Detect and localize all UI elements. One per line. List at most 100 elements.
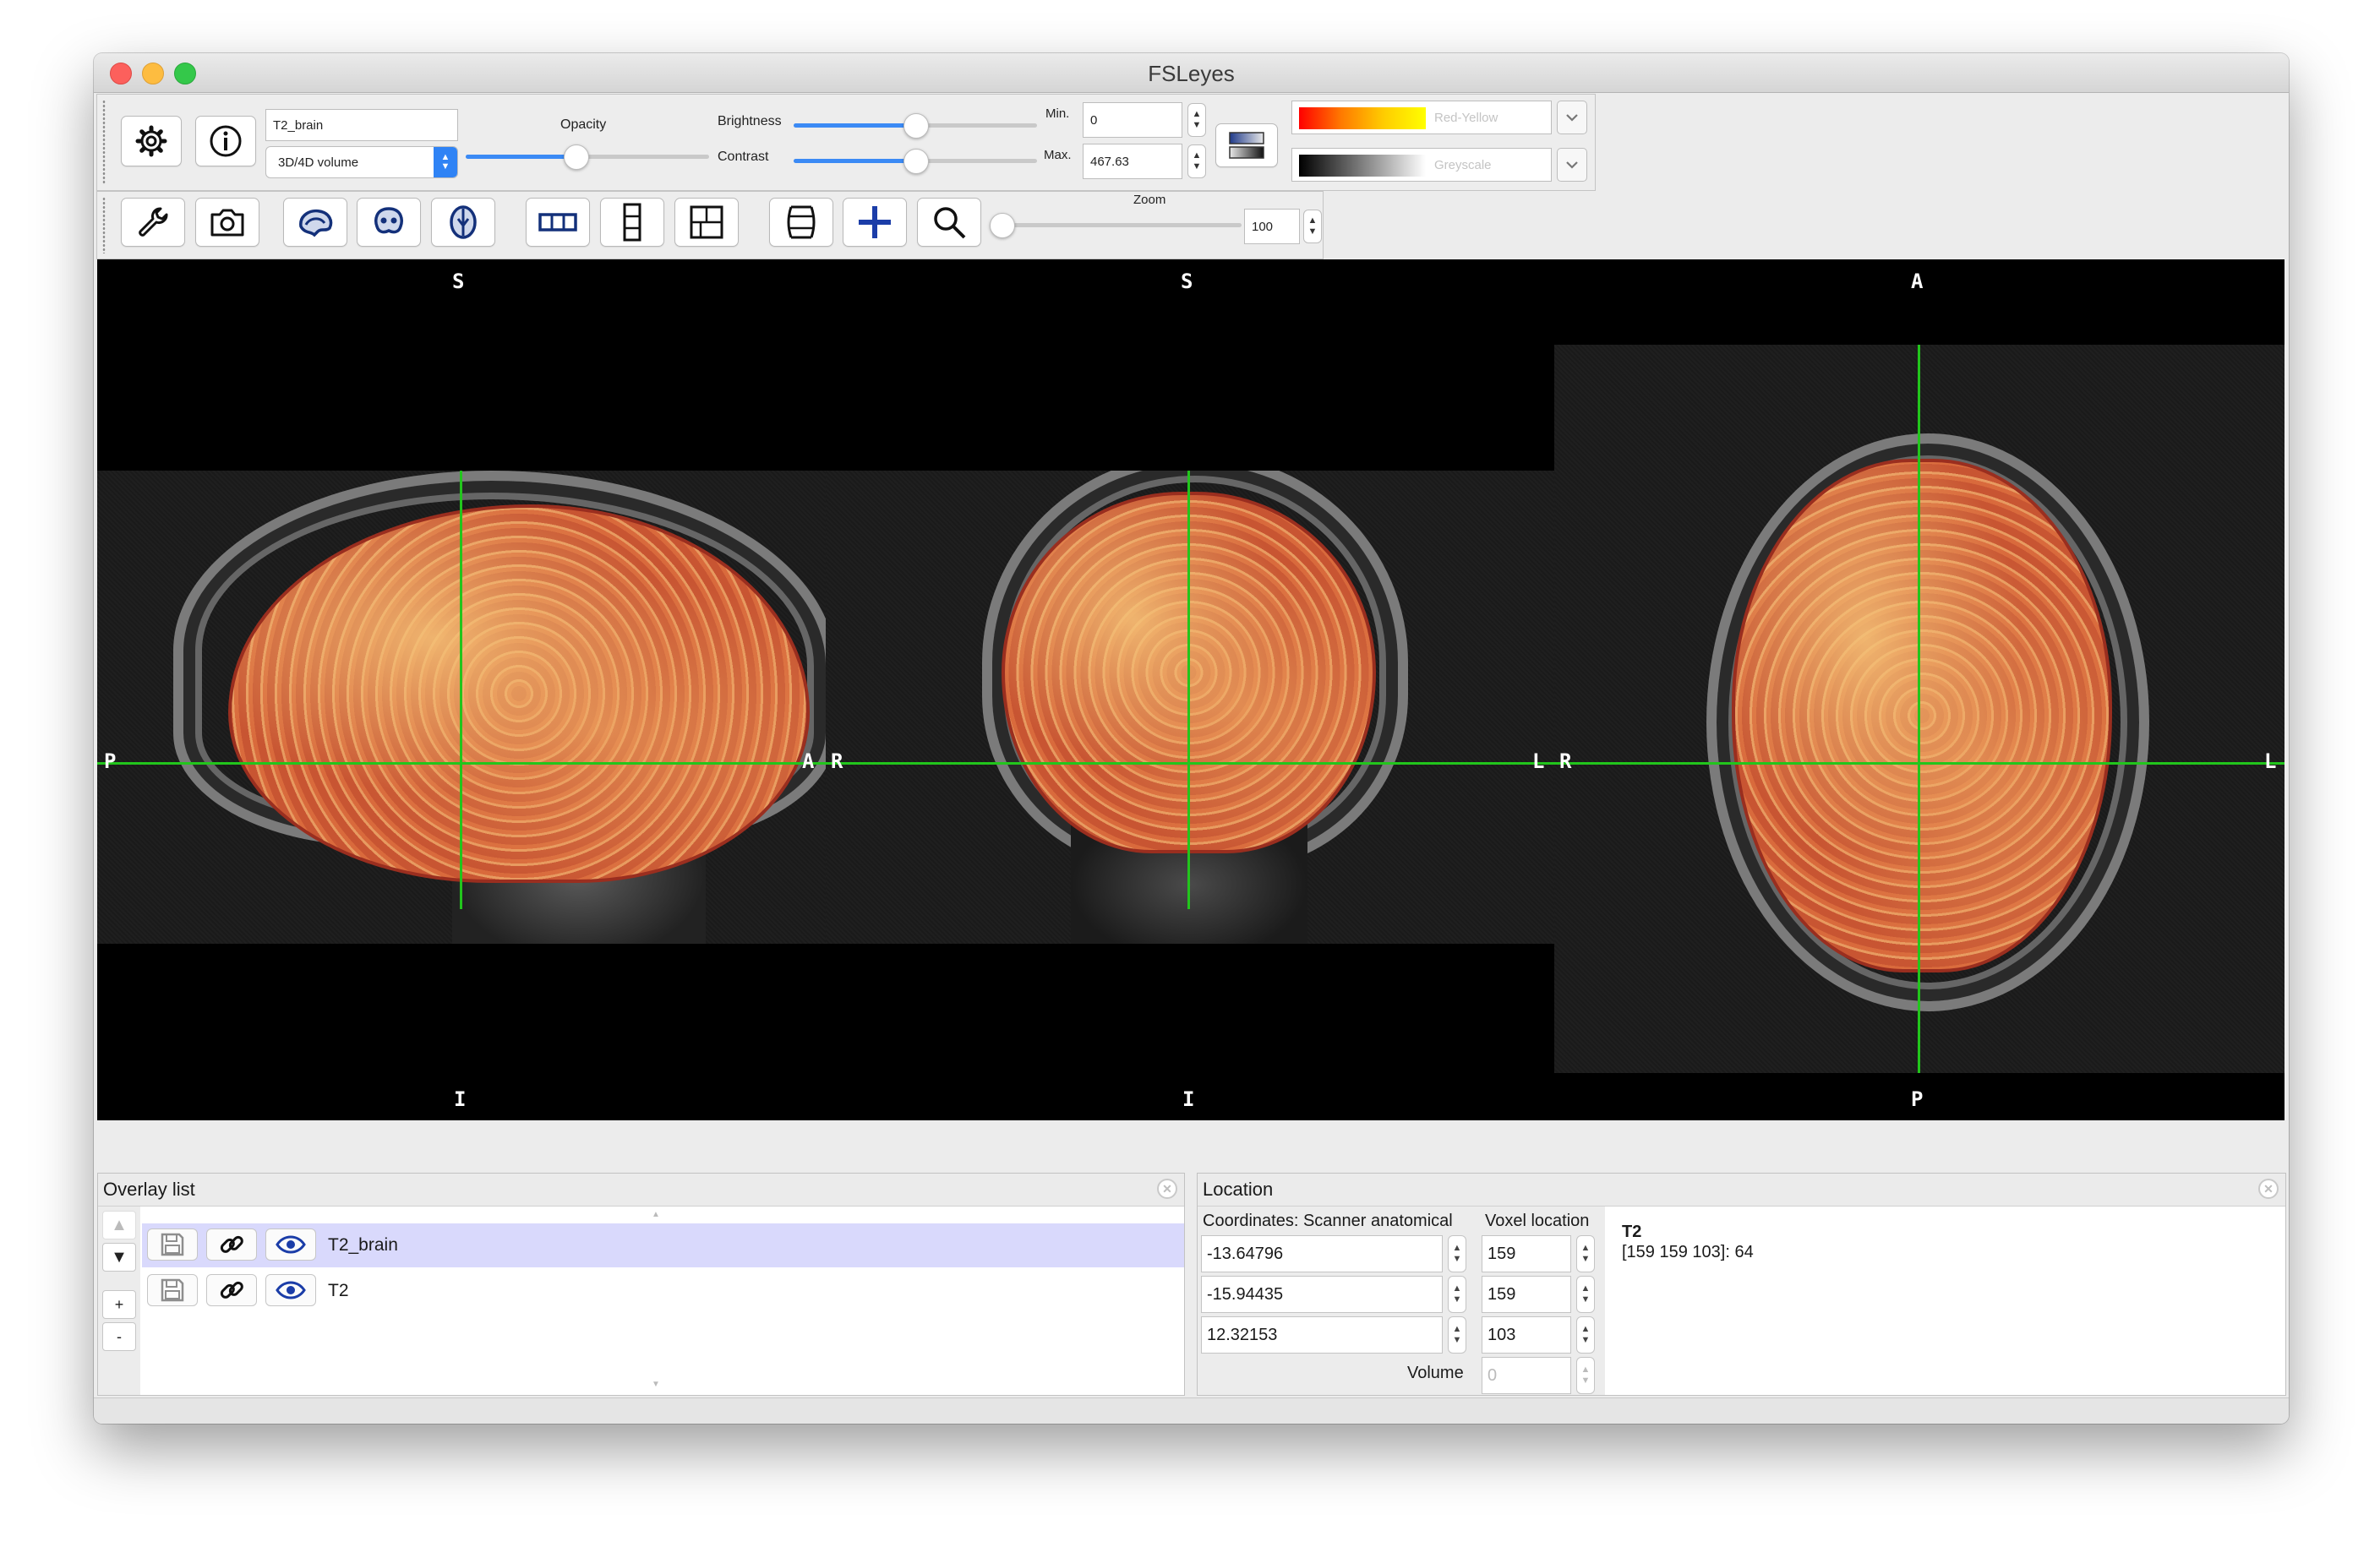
overlay-name-input[interactable]: T2_brain: [265, 109, 458, 141]
overlay-name: T2_brain: [328, 1235, 398, 1255]
contrast-slider[interactable]: [794, 149, 1037, 174]
volume-stepper[interactable]: ▲ ▼: [1576, 1357, 1595, 1394]
voxel-x-stepper[interactable]: ▲ ▼: [1576, 1235, 1595, 1272]
move-up-button[interactable]: ▲: [102, 1211, 136, 1239]
location-info-overlay-name: T2: [1622, 1223, 1642, 1241]
close-overlay-list-button[interactable]: ✕: [1157, 1179, 1177, 1199]
overlay-list-title: Overlay list: [98, 1174, 1184, 1207]
link-overlay-button[interactable]: [206, 1274, 257, 1306]
colormap-select[interactable]: Red-Yellow: [1291, 101, 1552, 134]
toggle-visibility-button[interactable]: [265, 1274, 316, 1306]
coordinate-z-stepper[interactable]: ▲ ▼: [1448, 1316, 1466, 1354]
brightness-slider-thumb[interactable]: [903, 113, 929, 139]
coronal-view[interactable]: S I R L: [826, 259, 1554, 1120]
negative-colormap-select[interactable]: Greyscale: [1291, 148, 1552, 182]
opacity-slider-thumb[interactable]: [563, 144, 589, 170]
toggle-cursor-button[interactable]: [843, 198, 907, 247]
chain-link-icon: [220, 1281, 243, 1299]
coordinate-x-input[interactable]: -13.64796: [1201, 1235, 1443, 1272]
opacity-label: Opacity: [560, 117, 607, 132]
horizontal-layout-icon: [538, 213, 577, 232]
toggle-axial-button[interactable]: [431, 198, 495, 247]
coordinate-y-input[interactable]: -15.94435: [1201, 1276, 1443, 1313]
add-overlay-button[interactable]: +: [102, 1290, 136, 1319]
zoom-stepper[interactable]: ▲ ▼: [1303, 210, 1322, 243]
zoom-slider[interactable]: [990, 213, 1242, 238]
window-title: FSLeyes: [1148, 61, 1235, 86]
eye-icon: [276, 1281, 306, 1299]
reset-zoom-button[interactable]: [917, 198, 981, 247]
colormap-dropdown-button[interactable]: [1557, 101, 1587, 134]
wrench-icon: [139, 207, 168, 237]
coordinate-y-stepper[interactable]: ▲ ▼: [1448, 1276, 1466, 1313]
overlay-list-panel: Overlay list ✕ ▲ ▼ + - ▲ ▼ T2_brain T2: [97, 1173, 1185, 1396]
toolbar-grip[interactable]: [102, 100, 106, 185]
voxel-location-header: Voxel location: [1485, 1212, 1590, 1230]
overlay-type-select[interactable]: 3D/4D volume ▲ ▼: [265, 146, 458, 178]
vertical-layout-button[interactable]: [600, 198, 664, 247]
move-down-button[interactable]: ▼: [102, 1243, 136, 1272]
toggle-coronal-button[interactable]: [357, 198, 421, 247]
screenshot-button[interactable]: [195, 198, 259, 247]
sagittal-label-left: P: [104, 749, 117, 773]
display-settings-button[interactable]: [121, 116, 182, 166]
axial-view[interactable]: A P R L: [1554, 259, 2284, 1120]
sagittal-label-bottom: I: [454, 1087, 467, 1111]
magnifier-icon: [934, 207, 966, 239]
voxel-z-stepper[interactable]: ▲ ▼: [1576, 1316, 1595, 1354]
voxel-y-input[interactable]: 159: [1482, 1276, 1571, 1313]
zoom-slider-thumb[interactable]: [990, 213, 1015, 238]
coordinate-x-stepper[interactable]: ▲ ▼: [1448, 1235, 1466, 1272]
horizontal-layout-button[interactable]: [526, 198, 590, 247]
grid-layout-button[interactable]: [674, 198, 739, 247]
max-stepper[interactable]: ▲ ▼: [1187, 144, 1206, 178]
location-coords-area: Coordinates: Scanner anatomical Voxel lo…: [1198, 1207, 1605, 1395]
overlay-info-button[interactable]: [195, 116, 256, 166]
ortho-canvas[interactable]: S I P A S I R L A P R L: [97, 259, 2284, 1120]
save-overlay-button[interactable]: [147, 1228, 198, 1261]
voxel-y-stepper[interactable]: ▲ ▼: [1576, 1276, 1595, 1313]
max-input[interactable]: 467.63: [1083, 144, 1182, 179]
coronal-slice-image: [826, 471, 1554, 944]
coronal-brain-icon: [374, 207, 403, 234]
close-location-button[interactable]: ✕: [2258, 1179, 2279, 1199]
view-settings-button[interactable]: [121, 198, 185, 247]
chain-link-icon: [220, 1235, 243, 1253]
toggle-visibility-button[interactable]: [265, 1228, 316, 1261]
overlay-type-value: 3D/4D volume: [278, 155, 359, 170]
brightness-slider[interactable]: [794, 113, 1037, 139]
coordinate-z-input[interactable]: 12.32153: [1201, 1316, 1443, 1354]
volume-input[interactable]: 0: [1482, 1357, 1571, 1394]
toolbar-grip[interactable]: [102, 197, 106, 253]
sagittal-view[interactable]: S I P A: [97, 259, 826, 1120]
voxel-x-input[interactable]: 159: [1482, 1235, 1571, 1272]
coronal-label-left: R: [831, 749, 843, 773]
voxel-z-input[interactable]: 103: [1482, 1316, 1571, 1354]
opacity-slider[interactable]: [466, 144, 709, 170]
invert-colormap-button[interactable]: [1215, 123, 1278, 167]
link-overlay-button[interactable]: [206, 1228, 257, 1261]
axial-brain-overlay: [1732, 459, 2112, 972]
min-input[interactable]: 0: [1083, 102, 1182, 138]
contrast-slider-fill: [794, 159, 915, 163]
volume-label: Volume: [1407, 1364, 1464, 1382]
coronal-crosshair-horizontal: [826, 762, 1554, 765]
remove-overlay-button[interactable]: -: [102, 1322, 136, 1351]
contrast-slider-thumb[interactable]: [903, 149, 929, 174]
scroll-down-icon[interactable]: ▼: [652, 1380, 660, 1389]
min-stepper[interactable]: ▲ ▼: [1187, 103, 1206, 137]
movie-mode-button[interactable]: [769, 198, 833, 247]
overlay-list-item[interactable]: T2: [142, 1269, 1184, 1313]
axial-brain-icon: [450, 205, 477, 239]
fsleyes-window: FSLeyes T2_brain 3D/4D volume ▲ ▼ Opacit…: [94, 53, 2289, 1424]
axial-label-bottom: P: [1911, 1087, 1924, 1111]
greyscale-swatch: [1299, 155, 1426, 177]
save-overlay-button[interactable]: [147, 1274, 198, 1306]
zoom-input[interactable]: 100: [1244, 209, 1300, 244]
axial-label-right: L: [2264, 749, 2277, 773]
overlay-list-item[interactable]: T2_brain: [142, 1223, 1184, 1267]
sagittal-label-right: A: [802, 749, 815, 773]
negative-colormap-dropdown-button[interactable]: [1557, 148, 1587, 182]
toggle-sagittal-button[interactable]: [283, 198, 347, 247]
scroll-up-icon[interactable]: ▲: [652, 1210, 660, 1219]
